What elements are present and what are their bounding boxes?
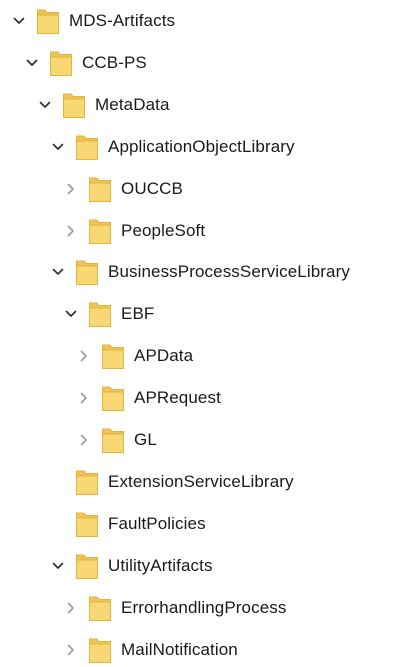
chevron-down-icon[interactable]: [8, 4, 30, 38]
folder-icon: [88, 593, 112, 623]
folder-icon: [75, 132, 99, 162]
folder-icon: [101, 341, 125, 371]
folder-icon: [88, 174, 112, 204]
tree-row[interactable]: MDS-Artifacts: [8, 4, 175, 38]
tree-item-label: OUCCB: [121, 178, 183, 198]
chevron-down-icon[interactable]: [47, 130, 69, 164]
folder-icon: [101, 425, 125, 455]
tree-item-label: GL: [134, 430, 157, 449]
tree-item-label: PeopleSoft: [121, 220, 206, 240]
tree-row[interactable]: OUCCB: [60, 172, 183, 206]
tree-item-label: MetaData: [95, 94, 170, 114]
tree-item-label: EBF: [121, 304, 155, 324]
chevron-down-icon[interactable]: [21, 46, 43, 80]
tree-item-label: MailNotification: [121, 639, 238, 659]
chevron-right-icon[interactable]: [60, 633, 82, 667]
folder-icon: [75, 257, 99, 287]
folder-tree: MDS-Artifacts CCB-PS MetaData ApplicationOb…: [0, 0, 400, 663]
chevron-right-icon[interactable]: [60, 172, 82, 206]
chevron-right-icon[interactable]: [60, 591, 82, 625]
tree-item-label: FaultPolicies: [108, 513, 206, 533]
tree-row[interactable]: MailNotification: [60, 633, 238, 667]
folder-icon: [75, 551, 99, 581]
folder-icon: [36, 6, 60, 36]
tree-row[interactable]: EBF: [60, 297, 154, 331]
tree-row[interactable]: BusinessProcessServiceLibrary: [47, 255, 350, 289]
tree-row[interactable]: APData: [73, 339, 193, 373]
tree-row[interactable]: ApplicationObjectLibrary: [47, 130, 295, 164]
folder-icon: [88, 216, 112, 246]
folder-icon: [101, 383, 125, 413]
folder-icon: [75, 467, 99, 497]
tree-item-label: ErrorhandlingProcess: [121, 597, 287, 617]
tree-item-label: ExtensionServiceLibrary: [108, 471, 294, 491]
chevron-down-icon[interactable]: [47, 255, 69, 289]
folder-icon: [62, 90, 86, 120]
tree-row[interactable]: UtilityArtifacts: [47, 549, 213, 583]
tree-row[interactable]: CCB-PS: [21, 46, 147, 80]
chevron-right-icon[interactable]: [60, 214, 82, 248]
tree-item-label: UtilityArtifacts: [108, 555, 213, 575]
tree-item-label: BusinessProcessServiceLibrary: [108, 262, 350, 282]
tree-item-label: MDS-Artifacts: [69, 11, 176, 30]
tree-item-label: ApplicationObjectLibrary: [108, 136, 295, 156]
tree-row[interactable]: APRequest: [73, 381, 221, 415]
chevron-down-icon[interactable]: [47, 549, 69, 583]
tree-item-label: APData: [134, 346, 194, 366]
chevron-down-icon[interactable]: [34, 88, 56, 122]
tree-row[interactable]: PeopleSoft: [60, 214, 205, 248]
chevron-right-icon[interactable]: [73, 423, 95, 457]
tree-item-label: CCB-PS: [82, 52, 147, 72]
tree-row[interactable]: GL: [73, 423, 157, 457]
folder-icon: [88, 299, 112, 329]
chevron-down-icon[interactable]: [60, 297, 82, 331]
tree-row[interactable]: FaultPolicies: [47, 507, 206, 541]
folder-icon: [88, 635, 112, 665]
tree-row[interactable]: ErrorhandlingProcess: [60, 591, 286, 625]
chevron-right-icon[interactable]: [73, 339, 95, 373]
tree-row[interactable]: ExtensionServiceLibrary: [47, 465, 294, 499]
tree-item-label: APRequest: [134, 388, 221, 408]
folder-icon: [75, 509, 99, 539]
folder-icon: [49, 48, 73, 78]
chevron-right-icon[interactable]: [73, 381, 95, 415]
tree-row[interactable]: MetaData: [34, 88, 170, 122]
